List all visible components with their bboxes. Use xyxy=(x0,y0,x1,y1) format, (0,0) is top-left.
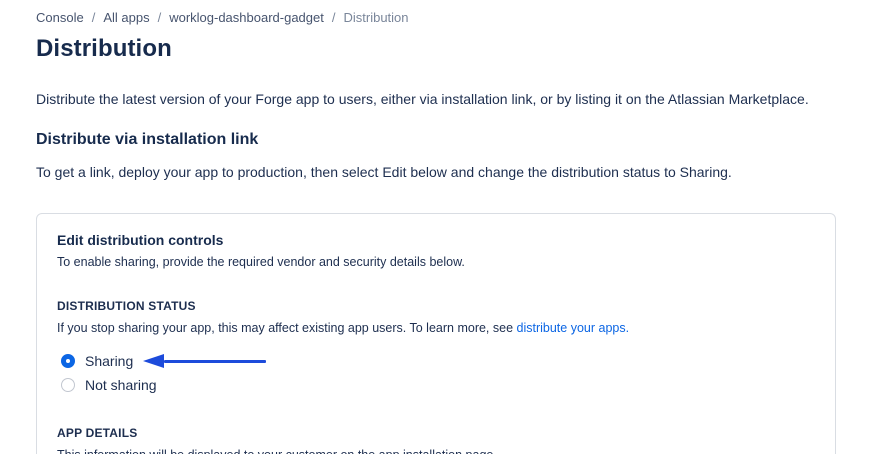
page-intro-text: Distribute the latest version of your Fo… xyxy=(36,91,836,108)
card-subtitle: To enable sharing, provide the required … xyxy=(57,255,815,270)
breadcrumb-separator: / xyxy=(332,10,336,25)
breadcrumb: Console / All apps / worklog-dashboard-g… xyxy=(36,10,836,25)
annotation-arrow xyxy=(143,354,266,368)
radio-sharing-label: Sharing xyxy=(85,349,133,373)
radio-selected-icon[interactable] xyxy=(61,354,75,368)
radio-not-sharing-label: Not sharing xyxy=(85,373,157,397)
edit-distribution-controls-card: Edit distribution controls To enable sha… xyxy=(36,213,836,454)
distribution-status-description: If you stop sharing your app, this may a… xyxy=(57,321,815,336)
radio-option-sharing[interactable]: Sharing xyxy=(57,349,815,373)
section-description-text: To get a link, deploy your app to produc… xyxy=(36,164,836,181)
distribution-status-description-text: If you stop sharing your app, this may a… xyxy=(57,321,517,335)
radio-option-not-sharing[interactable]: Not sharing xyxy=(57,373,815,397)
distribution-status-label: DISTRIBUTION STATUS xyxy=(57,299,815,313)
distribution-page: Console / All apps / worklog-dashboard-g… xyxy=(0,0,870,454)
page-title: Distribution xyxy=(36,35,836,63)
radio-unselected-icon[interactable] xyxy=(61,378,75,392)
distribute-your-apps-link[interactable]: distribute your apps. xyxy=(517,321,630,335)
breadcrumb-current-page: Distribution xyxy=(343,10,408,25)
arrow-shaft xyxy=(164,360,266,363)
card-title: Edit distribution controls xyxy=(57,232,815,249)
section-heading: Distribute via installation link xyxy=(36,130,836,149)
breadcrumb-app-name[interactable]: worklog-dashboard-gadget xyxy=(169,10,324,25)
arrow-head-icon xyxy=(143,354,164,368)
breadcrumb-separator: / xyxy=(92,10,96,25)
distribution-status-field: DISTRIBUTION STATUS If you stop sharing … xyxy=(57,299,815,397)
app-details-label: APP DETAILS xyxy=(57,426,815,440)
breadcrumb-console[interactable]: Console xyxy=(36,10,84,25)
breadcrumb-separator: / xyxy=(158,10,162,25)
breadcrumb-all-apps[interactable]: All apps xyxy=(103,10,149,25)
app-details-field: APP DETAILS This information will be dis… xyxy=(57,426,815,454)
app-details-description: This information will be displayed to yo… xyxy=(57,448,815,454)
